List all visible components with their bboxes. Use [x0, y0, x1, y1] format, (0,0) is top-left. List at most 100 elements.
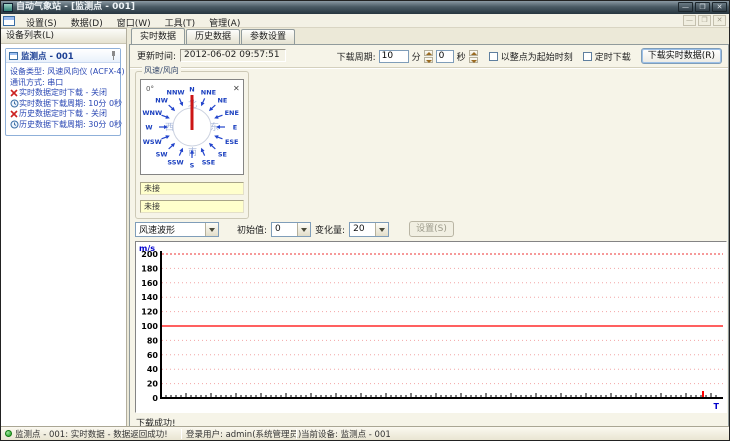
- svg-text:180: 180: [141, 264, 158, 273]
- disabled-x-icon: [10, 89, 19, 98]
- svg-text:WSW: WSW: [143, 138, 162, 146]
- timed-download-label: 定时下载: [594, 52, 631, 63]
- svg-text:60: 60: [147, 351, 159, 360]
- update-time-group: 更新时间: 2012-06-02 09:57:51: [137, 49, 287, 62]
- align-start-label: 以整点为起始时刻: [500, 52, 573, 63]
- device-info-text: 设备类型: 风速风向仪 (ACFX-4): [10, 67, 125, 76]
- align-start-checkbox[interactable]: [488, 51, 498, 61]
- chart-controls: 风速波形 初始值: 0 变化量: 20 设置(S): [135, 221, 454, 237]
- seconds-stepper[interactable]: [468, 49, 478, 63]
- wind-groupbox: 风速/风向 0°✕北东南西NNNENEENEEESESESSESSSWSWWSW…: [135, 66, 249, 219]
- chart-svg: m/s020406080100120140160180200T: [139, 244, 723, 411]
- device-card-header[interactable]: 监测点 - 001: [6, 49, 120, 63]
- compass-svg: 0°✕北东南西NNNENEENEEESESESSESSSWSWWSWWWNWNW…: [142, 84, 240, 170]
- device-info-line-5: 历史数据下载周期: 30分 0秒: [10, 120, 122, 131]
- download-realtime-button[interactable]: 下载实时数据(R): [640, 48, 722, 64]
- menu-item-4[interactable]: 管理(A): [202, 19, 247, 29]
- status-device-segment: 当前设备: 监测点 - 001: [297, 427, 395, 440]
- chevron-down-icon[interactable]: [205, 222, 218, 236]
- svg-text:SE: SE: [218, 150, 227, 158]
- minutes-unit-label: 分: [411, 52, 421, 63]
- minutes-input[interactable]: 10: [378, 49, 409, 63]
- device-info-line-4: 历史数据定时下载 - 关闭: [10, 109, 118, 120]
- main-area: 实时数据 历史数据 参数设置 更新时间: 2012-06-02 09:57:51 下…: [128, 28, 729, 429]
- device-icon: [9, 51, 18, 60]
- app-icon: [3, 3, 13, 12]
- device-list-header: 设备列表(L): [1, 29, 126, 44]
- svg-text:✕: ✕: [233, 84, 240, 93]
- delta-label: 变化量:: [315, 225, 346, 236]
- svg-text:140: 140: [141, 293, 158, 302]
- minutes-stepper[interactable]: [423, 49, 433, 63]
- svg-text:SW: SW: [156, 150, 168, 158]
- timed-download-checkbox[interactable]: [582, 51, 592, 61]
- status-message: 监测点 - 001: 实时数据 - 数据返回成功!: [15, 429, 168, 440]
- mdi-child-icon[interactable]: [3, 15, 15, 26]
- device-info-line-2: 实时数据定时下载 - 关闭: [10, 88, 118, 99]
- svg-text:80: 80: [147, 336, 159, 345]
- device-info-line-0: 设备类型: 风速风向仪 (ACFX-4): [10, 67, 125, 78]
- svg-text:160: 160: [141, 279, 158, 288]
- wind-direction-field: 未接: [140, 200, 244, 213]
- status-ok-icon: [5, 430, 12, 437]
- menu-bar: 设置(S) 数据(D) 窗口(W) 工具(T) 管理(A) — ❐ ✕: [1, 14, 729, 29]
- seconds-unit-label: 秒: [456, 52, 466, 63]
- chevron-down-icon[interactable]: [297, 222, 311, 236]
- device-info-text: 历史数据下载周期: 30分 0秒: [19, 119, 123, 129]
- initial-value-select[interactable]: 0: [271, 221, 312, 237]
- device-info-line-1: 通讯方式: 串口: [10, 78, 118, 89]
- mdi-minimize-icon[interactable]: —: [683, 15, 696, 26]
- device-info-text: 历史数据定时下载 - 关闭: [19, 109, 107, 118]
- chevron-down-icon[interactable]: [375, 222, 389, 236]
- svg-text:0°: 0°: [146, 85, 154, 93]
- svg-text:200: 200: [141, 250, 158, 259]
- svg-text:120: 120: [141, 308, 158, 317]
- device-info-text: 通讯方式: 串口: [10, 77, 64, 87]
- initial-value: 0: [275, 224, 281, 234]
- device-info-text: 实时数据下载周期: 10分 0秒: [19, 98, 123, 108]
- tab-2[interactable]: 参数设置: [241, 29, 296, 44]
- menu-item-3[interactable]: 工具(T): [158, 19, 203, 29]
- toolbar-separator: [130, 67, 728, 69]
- svg-text:SSE: SSE: [202, 159, 216, 167]
- current-device: 当前设备: 监测点 - 001: [301, 429, 391, 440]
- mdi-restore-icon[interactable]: ❐: [698, 15, 711, 26]
- svg-text:N: N: [189, 86, 194, 94]
- clock-icon: [10, 99, 19, 108]
- pin-icon[interactable]: [110, 51, 117, 60]
- minimize-icon[interactable]: —: [678, 2, 693, 12]
- mdi-window-controls: — ❐ ✕: [683, 15, 726, 26]
- seconds-input[interactable]: 0: [435, 49, 454, 63]
- clock-icon: [10, 99, 19, 108]
- tab-1[interactable]: 历史数据: [186, 29, 241, 44]
- settings-button[interactable]: 设置(S): [409, 221, 454, 237]
- device-card-body: 设备类型: 风速风向仪 (ACFX-4) 通讯方式: 串口 实时数据定时下载 - 关…: [6, 63, 125, 135]
- svg-text:ENE: ENE: [225, 109, 239, 117]
- svg-text:0: 0: [152, 394, 158, 403]
- delta-select[interactable]: 20: [349, 221, 390, 237]
- svg-text:NW: NW: [155, 97, 168, 105]
- mdi-close-icon[interactable]: ✕: [713, 15, 726, 26]
- svg-text:100: 100: [141, 322, 158, 331]
- device-card[interactable]: 监测点 - 001 设备类型: 风速风向仪 (ACFX-4) 通讯方式: 串口 实时…: [5, 48, 125, 136]
- wind-speed-field: 未接: [140, 182, 244, 195]
- tab-0[interactable]: 实时数据: [131, 28, 186, 44]
- menu-item-2[interactable]: 窗口(W): [110, 19, 158, 29]
- svg-text:E: E: [233, 124, 237, 132]
- device-info-text: 实时数据定时下载 - 关闭: [19, 88, 107, 97]
- close-icon[interactable]: ✕: [712, 2, 727, 12]
- update-time-value: 2012-06-02 09:57:51: [180, 49, 287, 62]
- device-info-line-3: 实时数据下载周期: 10分 0秒: [10, 99, 122, 110]
- svg-text:WNW: WNW: [142, 109, 162, 117]
- menu-item-1[interactable]: 数据(D): [64, 19, 110, 29]
- initial-value-label: 初始值:: [237, 225, 268, 236]
- wind-group-title: 风速/风向: [142, 66, 181, 76]
- waveform-select-value: 风速波形: [139, 225, 176, 236]
- status-user-segment: 登录用户: admin(系统管理员): [182, 427, 301, 440]
- realtime-data-panel: 更新时间: 2012-06-02 09:57:51 下载周期: 10 分 0 秒…: [129, 44, 729, 429]
- waveform-select[interactable]: 风速波形: [135, 221, 219, 237]
- status-bar: 监测点 - 001: 实时数据 - 数据返回成功! 登录用户: admin(系统…: [1, 426, 729, 440]
- maximize-icon[interactable]: ❐: [695, 2, 710, 12]
- svg-text:W: W: [145, 124, 152, 132]
- menu-item-0[interactable]: 设置(S): [19, 19, 64, 29]
